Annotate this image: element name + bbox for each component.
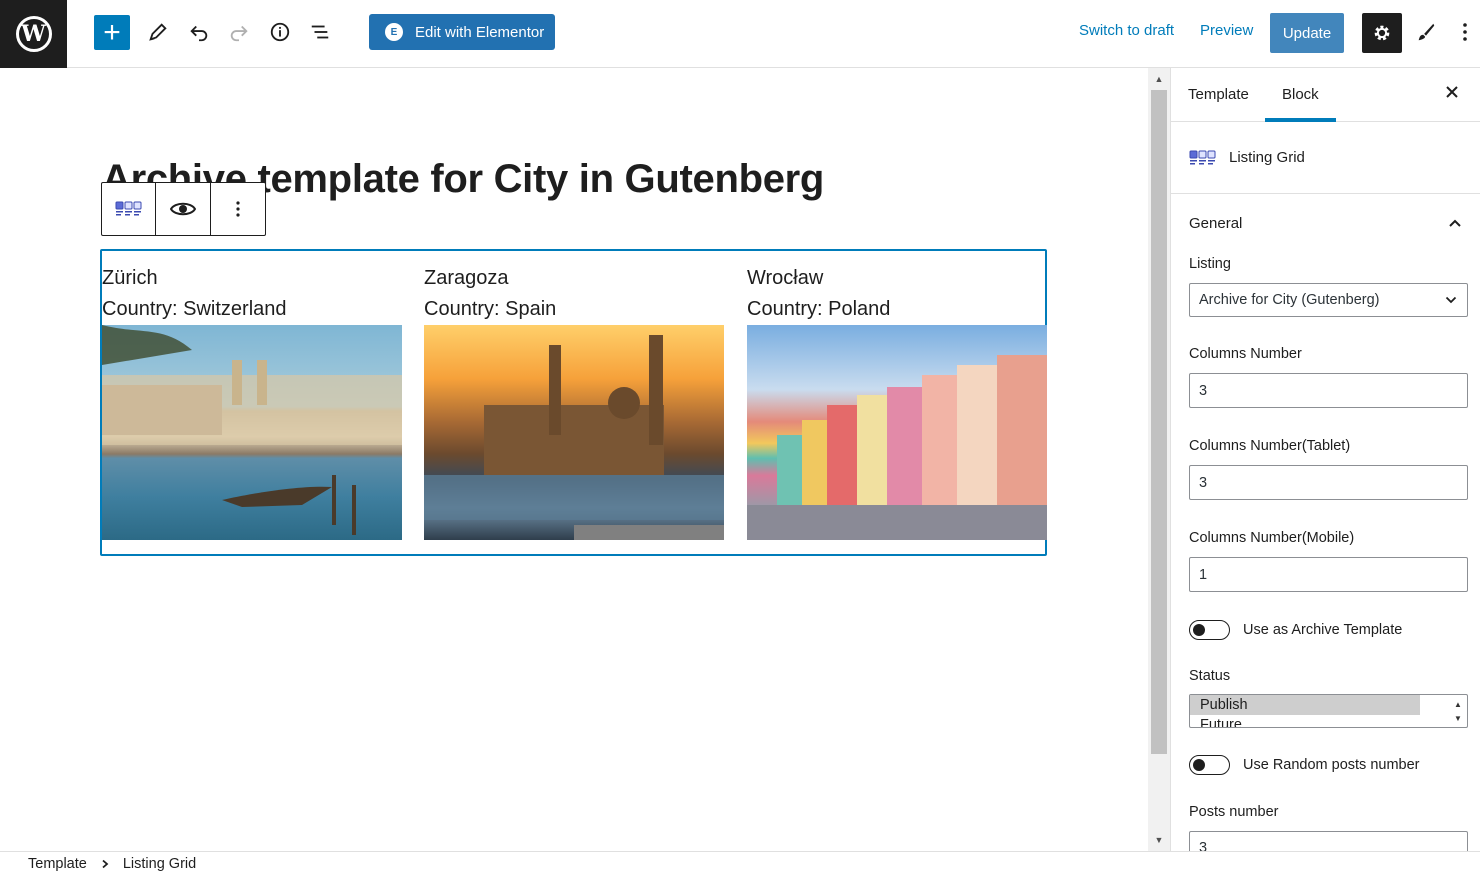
edit-with-elementor-label: Edit with Elementor	[415, 23, 545, 41]
scroll-down-arrow[interactable]: ▼	[1148, 831, 1170, 849]
breadcrumb: Template Listing Grid	[0, 851, 1480, 876]
random-posts-toggle[interactable]	[1189, 755, 1230, 775]
city-image	[424, 325, 724, 540]
scrollbar-thumb[interactable]	[1151, 90, 1167, 754]
chevron-up-icon	[1449, 219, 1461, 227]
undo-button[interactable]	[181, 14, 217, 50]
wordpress-icon: W	[15, 16, 52, 52]
close-sidebar-button[interactable]	[1445, 85, 1459, 99]
redo-icon	[230, 25, 248, 42]
details-button[interactable]	[262, 14, 298, 50]
block-toolbar	[101, 182, 266, 236]
styles-button[interactable]	[1408, 14, 1444, 50]
spin-down-icon: ▼	[1454, 713, 1462, 723]
status-multiselect[interactable]: Publish Future ▲ ▼	[1189, 694, 1468, 728]
info-icon	[270, 22, 290, 42]
random-posts-toggle-row: Use Random posts number	[1189, 755, 1420, 775]
listing-grid-icon	[115, 201, 142, 216]
city-image	[102, 325, 402, 540]
city-country: Country: Spain	[424, 298, 557, 320]
status-spinner[interactable]: ▲ ▼	[1451, 697, 1465, 725]
vertical-ellipsis-icon	[1463, 23, 1467, 41]
settings-sidebar: Template Block Listing Grid General List…	[1170, 68, 1480, 851]
update-button[interactable]: Update	[1270, 13, 1344, 53]
undo-icon	[190, 25, 208, 42]
wordpress-logo-button[interactable]: W	[0, 0, 67, 68]
city-name: Zürich	[102, 267, 158, 289]
tab-template[interactable]: Template	[1188, 68, 1249, 122]
city-country: Country: Poland	[747, 298, 891, 320]
breadcrumb-item-template[interactable]: Template	[28, 856, 87, 872]
preview-button[interactable]: Preview	[1200, 22, 1253, 39]
breadcrumb-item-listing-grid[interactable]: Listing Grid	[123, 856, 196, 872]
status-label: Status	[1189, 668, 1231, 684]
general-panel-toggle[interactable]: General	[1171, 194, 1480, 252]
posts-number-label: Posts number	[1189, 804, 1279, 820]
chevron-down-icon	[1445, 296, 1457, 304]
edit-with-elementor-button[interactable]: E Edit with Elementor	[369, 14, 555, 50]
columns-tablet-label: Columns Number(Tablet)	[1189, 438, 1351, 454]
city-name: Zaragoza	[424, 267, 509, 289]
listing-grid-block[interactable]: Zürich Country: Switzerland Zaragoza Cou…	[100, 249, 1047, 556]
block-options-button[interactable]	[211, 183, 265, 235]
archive-template-toggle[interactable]	[1189, 620, 1230, 640]
settings-button[interactable]	[1362, 13, 1402, 53]
columns-mobile-label: Columns Number(Mobile)	[1189, 530, 1355, 546]
preview-toggle-button[interactable]	[156, 183, 211, 235]
listing-select-value: Archive for City (Gutenberg)	[1199, 292, 1380, 308]
more-options-button[interactable]	[1450, 14, 1480, 50]
archive-template-toggle-row: Use as Archive Template	[1189, 620, 1402, 640]
sidebar-tabs: Template Block	[1171, 68, 1480, 122]
spin-up-icon: ▲	[1454, 699, 1462, 709]
list-view-icon	[311, 25, 329, 39]
pencil-icon	[149, 23, 167, 41]
switch-to-draft-button[interactable]: Switch to draft	[1079, 22, 1174, 39]
elementor-icon: E	[385, 23, 403, 41]
columns-number-input[interactable]: 3	[1189, 373, 1468, 408]
random-posts-label: Use Random posts number	[1243, 757, 1420, 773]
tools-button[interactable]	[140, 14, 176, 50]
gear-icon	[1374, 25, 1390, 41]
list-item: Zaragoza Country: Spain	[424, 263, 724, 540]
posts-number-input[interactable]: 3	[1189, 831, 1468, 851]
close-icon	[1446, 86, 1458, 98]
panel-title: General	[1189, 214, 1243, 232]
columns-number-label: Columns Number	[1189, 346, 1302, 362]
list-item: Wrocław Country: Poland	[747, 263, 1047, 540]
tab-block[interactable]: Block	[1265, 68, 1336, 122]
status-option-future[interactable]: Future	[1190, 715, 1467, 727]
editor-canvas[interactable]: Archive template for City in Gutenberg Z…	[0, 68, 1148, 851]
block-type-button[interactable]	[102, 183, 157, 235]
add-block-button[interactable]: +	[94, 15, 130, 50]
archive-template-label: Use as Archive Template	[1243, 622, 1403, 638]
city-name: Wrocław	[747, 267, 824, 289]
vertical-ellipsis-icon	[236, 201, 240, 217]
redo-button[interactable]	[221, 14, 257, 50]
status-option-publish[interactable]: Publish	[1190, 695, 1420, 715]
block-card: Listing Grid	[1171, 122, 1480, 194]
city-country: Country: Switzerland	[102, 298, 287, 320]
chevron-right-icon	[102, 859, 109, 869]
columns-mobile-input[interactable]: 1	[1189, 557, 1468, 592]
brush-icon	[1418, 23, 1435, 41]
block-name: Listing Grid	[1229, 149, 1305, 166]
listing-grid-icon	[1189, 150, 1216, 164]
columns-tablet-input[interactable]: 3	[1189, 465, 1468, 500]
scroll-up-arrow[interactable]: ▲	[1148, 70, 1170, 88]
eye-icon	[170, 202, 197, 216]
listing-select[interactable]: Archive for City (Gutenberg)	[1189, 283, 1468, 317]
list-view-button[interactable]	[302, 14, 338, 50]
listing-label: Listing	[1189, 256, 1231, 272]
canvas-scrollbar[interactable]: ▲ ▼	[1148, 68, 1170, 851]
list-item: Zürich Country: Switzerland	[102, 263, 402, 540]
editor-header: W + E Edit with Elementor Switch to draf…	[0, 0, 1480, 68]
plus-icon: +	[103, 15, 121, 49]
city-image	[747, 325, 1047, 540]
